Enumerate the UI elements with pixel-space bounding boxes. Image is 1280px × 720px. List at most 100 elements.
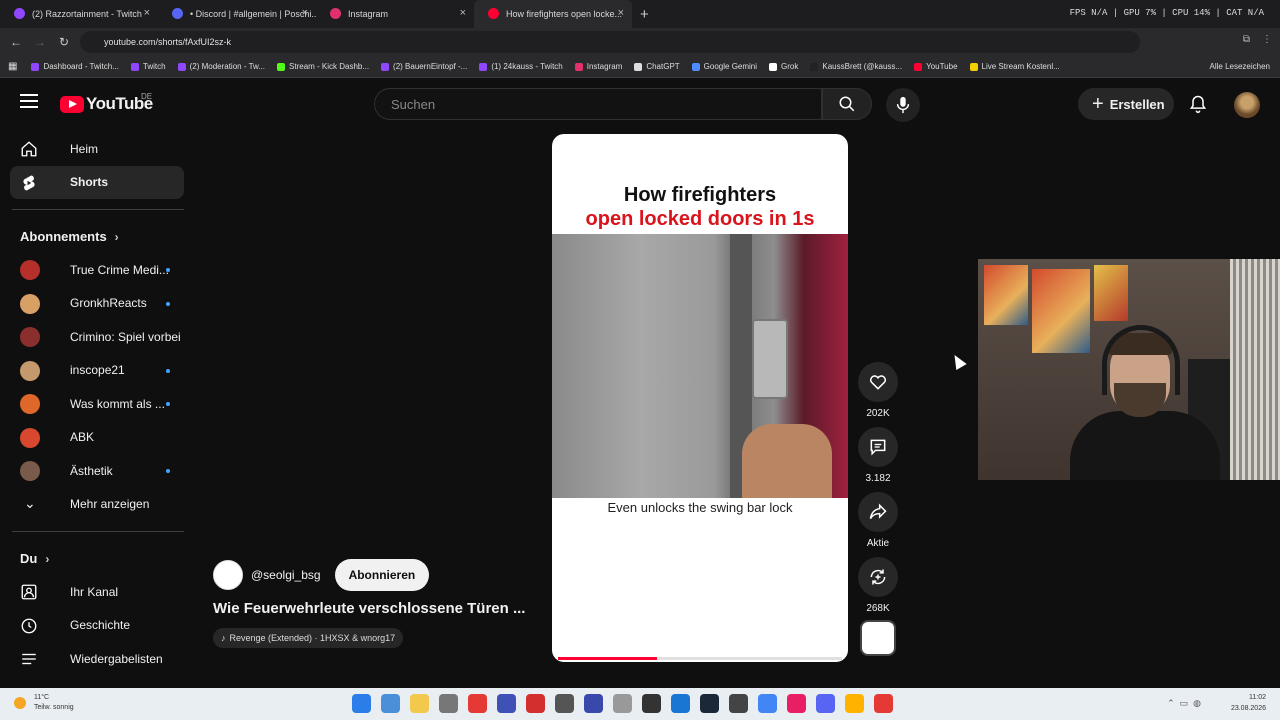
like-button[interactable]: [858, 362, 898, 402]
bookmark-item[interactable]: YouTube: [914, 62, 958, 71]
sidebar-item-your-channel[interactable]: Ihr Kanal: [10, 575, 184, 609]
bookmark-item[interactable]: (2) BauernEintopf -...: [381, 62, 467, 71]
apps-grid-icon[interactable]: ▦: [8, 61, 17, 72]
bookmark-item[interactable]: Dashboard - Twitch...: [31, 62, 119, 71]
channel-avatar: [20, 293, 40, 314]
close-icon[interactable]: ×: [144, 7, 150, 19]
channel-avatar[interactable]: [213, 560, 243, 590]
subscription-item[interactable]: True Crime Medi...: [10, 253, 184, 287]
sidebar-item-shorts[interactable]: Shorts: [10, 165, 184, 199]
taskbar-app-icon[interactable]: [555, 694, 574, 713]
subscription-item[interactable]: Crimino: Spiel vorbei: [10, 320, 184, 354]
bookmark-item[interactable]: Grok: [769, 62, 798, 71]
subscribe-button[interactable]: Abonnieren: [334, 559, 430, 591]
bookmark-item[interactable]: Instagram: [574, 62, 622, 71]
share-button[interactable]: [858, 492, 898, 532]
channel-avatar: [20, 260, 40, 280]
all-bookmarks[interactable]: Alle Lesezeichen: [1210, 62, 1270, 71]
taskbar-app-icon[interactable]: [526, 694, 545, 713]
subscription-label: True Crime Medi...: [70, 262, 169, 277]
subscription-item[interactable]: Ästhetik: [10, 454, 184, 488]
subscription-item[interactable]: Was kommt als ...: [10, 387, 184, 421]
bookmark-item[interactable]: (1) 24kauss - Twitch: [479, 62, 563, 71]
browser-tab[interactable]: • Discord | #allgemein | Poschi... ×: [158, 0, 316, 28]
music-pill[interactable]: ♪ Revenge (Extended) · 1HXSX & wnorg17: [213, 628, 404, 648]
address-bar[interactable]: youtube.com/shorts/fAxfUI2sz-k: [80, 31, 1140, 53]
channel-avatar: [20, 461, 40, 481]
taskbar-app-icon[interactable]: [816, 694, 835, 713]
subscription-item[interactable]: inscope21: [10, 354, 184, 388]
video-progress-fill: [558, 657, 658, 660]
remix-icon: [870, 569, 886, 585]
search-button[interactable]: [822, 88, 872, 120]
bookmark-item[interactable]: ChatGPT: [634, 62, 680, 71]
taskbar-app-icon[interactable]: [787, 694, 806, 713]
taskbar-app-icon[interactable]: [874, 694, 893, 713]
channel-name[interactable]: @seolgi_bsg: [251, 568, 321, 582]
taskbar-app-icon[interactable]: [497, 694, 516, 713]
taskbar-app-icon[interactable]: [700, 694, 719, 713]
account-avatar[interactable]: [1234, 92, 1260, 118]
taskbar-app-icon[interactable]: [642, 694, 661, 713]
taskbar-app-icon[interactable]: [468, 694, 487, 713]
browser-tab[interactable]: How firefighters open locke... ×: [474, 0, 632, 28]
taskbar-app-icon[interactable]: [613, 694, 632, 713]
shorts-video-player[interactable]: How firefighters open locked doors in 1s…: [552, 134, 848, 662]
system-tray-icons[interactable]: ⌃▭◍: [1167, 698, 1206, 709]
youtube-play-icon: [60, 95, 84, 113]
sidebar-item-history[interactable]: Geschichte: [10, 609, 184, 643]
taskbar-app-icon[interactable]: [845, 694, 864, 713]
taskbar-app-icon[interactable]: [439, 694, 458, 713]
browser-tab[interactable]: Instagram ×: [316, 0, 474, 28]
taskbar-app-icon[interactable]: [352, 694, 371, 713]
bookmark-item[interactable]: Twitch: [130, 62, 166, 71]
voice-search-button[interactable]: [886, 88, 920, 122]
comments-button[interactable]: [858, 427, 898, 467]
taskbar-app-icon[interactable]: [381, 694, 400, 713]
video-overlay-title-line1: How firefighters: [623, 184, 777, 206]
reload-icon[interactable]: ↻: [52, 35, 76, 49]
close-icon[interactable]: ×: [618, 7, 624, 19]
browser-tab[interactable]: (2) Razzortainment - Twitch ×: [0, 0, 158, 28]
clock[interactable]: 11:02 23.08.2026: [1231, 692, 1266, 714]
subscription-item[interactable]: GronkhReacts: [10, 287, 184, 321]
short-title[interactable]: Wie Feuerwehrleute verschlossene Türen .…: [213, 600, 543, 617]
bookmark-item[interactable]: KaussBrett (@kauss...: [810, 62, 902, 71]
close-icon[interactable]: ×: [302, 7, 308, 19]
show-more-button[interactable]: ⌄ Mehr anzeigen: [10, 488, 184, 522]
sidebar-item-playlists[interactable]: Wiedergabelisten: [10, 642, 184, 676]
close-icon[interactable]: ×: [460, 7, 466, 19]
tab-label: (2) Razzortainment - Twitch: [32, 9, 142, 19]
extensions-icon[interactable]: ⧉: [1243, 34, 1250, 45]
subscription-item[interactable]: ABK: [10, 421, 184, 455]
weather-widget[interactable]: 11°C Teilw. sonnig: [14, 693, 74, 713]
sound-thumbnail[interactable]: [860, 620, 896, 656]
bookmark-item[interactable]: Live Stream Kostenl...: [969, 62, 1060, 71]
bookmark-item[interactable]: Stream - Kick Dashb...: [277, 62, 369, 71]
taskbar-app-icon[interactable]: [758, 694, 777, 713]
bookmark-item[interactable]: Google Gemini: [691, 62, 757, 71]
video-overlay-title-line2: open locked doors in 1s: [585, 208, 815, 230]
taskbar-app-icon[interactable]: [584, 694, 603, 713]
taskbar-app-icon[interactable]: [410, 694, 429, 713]
bookmark-item[interactable]: (2) Moderation - Tw...: [177, 62, 265, 71]
back-icon[interactable]: ←: [4, 35, 28, 49]
menu-icon[interactable]: ⋮: [1262, 34, 1272, 45]
sidebar-item-label: Heim: [70, 141, 99, 156]
microphone-icon: [896, 96, 910, 114]
search-input[interactable]: Suchen: [374, 88, 822, 120]
new-tab-button[interactable]: +: [640, 6, 649, 23]
taskbar-app-icon[interactable]: [671, 694, 690, 713]
forward-icon[interactable]: →: [28, 35, 52, 49]
video-progress-bar[interactable]: [558, 657, 842, 660]
subscription-label: Ästhetik: [70, 463, 113, 478]
notifications-bell-icon[interactable]: [1188, 94, 1208, 119]
menu-hamburger-icon[interactable]: [20, 94, 38, 108]
sidebar-item-home[interactable]: Heim: [10, 132, 184, 166]
remix-button[interactable]: [858, 557, 898, 597]
you-heading[interactable]: Du ›: [0, 542, 196, 575]
create-button[interactable]: + Erstellen: [1078, 88, 1174, 120]
subscriptions-heading[interactable]: Abonnements ›: [0, 220, 196, 253]
youtube-logo[interactable]: YouTube: [60, 94, 153, 114]
taskbar-app-icon[interactable]: [729, 694, 748, 713]
